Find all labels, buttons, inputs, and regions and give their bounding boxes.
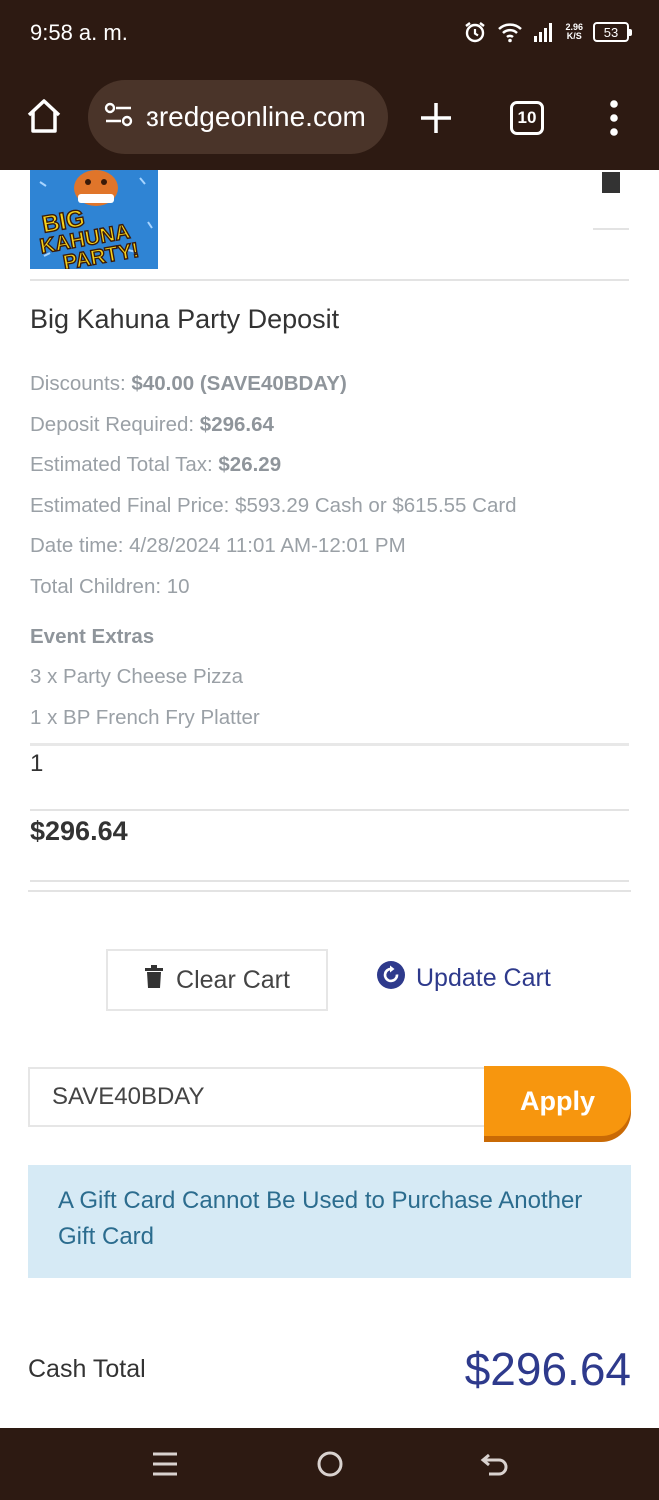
final-price-row: Estimated Final Price: $593.29 Cash or $… xyxy=(30,494,517,517)
refresh-icon xyxy=(376,960,406,997)
update-cart-label: Update Cart xyxy=(416,964,551,992)
url-text: ɜredgeonline.com xyxy=(146,101,366,132)
battery-icon: 53 xyxy=(593,22,632,42)
page-content: BIG KAHUNA PARTY! Big Kahuna Party Depos… xyxy=(0,170,659,1428)
divider xyxy=(30,743,629,746)
tax-label: Estimated Total Tax: xyxy=(30,453,213,476)
discounts-label: Discounts: xyxy=(30,372,126,395)
product-title: Big Kahuna Party Deposit xyxy=(30,304,340,334)
total-children-row: Total Children: 10 xyxy=(30,575,190,598)
network-speed-unit: K/S xyxy=(566,31,582,41)
deposit-value: $296.64 xyxy=(199,413,274,436)
discounts-value: $40.00 (SAVE40BDAY) xyxy=(131,372,347,395)
signal-icon xyxy=(533,22,555,42)
tax-row: Estimated Total Tax: $26.29 xyxy=(30,453,281,477)
site-settings-icon[interactable] xyxy=(104,101,134,134)
coupon-code-input[interactable]: SAVE40BDAY xyxy=(28,1067,486,1127)
recent-apps-icon[interactable] xyxy=(149,1448,181,1480)
status-bar: 9:58 a. m. 2.96 K/S 53 xyxy=(0,0,659,66)
system-nav-bar xyxy=(0,1428,659,1500)
divider xyxy=(30,880,629,882)
clear-cart-button[interactable]: Clear Cart xyxy=(106,949,328,1011)
wifi-icon xyxy=(497,21,523,43)
divider xyxy=(593,228,629,230)
product-image: BIG KAHUNA PARTY! xyxy=(30,170,158,269)
date-time-row: Date time: 4/28/2024 11:01 AM-12:01 PM xyxy=(30,534,406,557)
cash-total-value: $296.64 xyxy=(464,1343,631,1395)
remove-item-icon[interactable] xyxy=(600,170,622,194)
apply-coupon-button[interactable]: Apply xyxy=(484,1066,631,1136)
divider xyxy=(28,890,631,892)
status-icons: 2.96 K/S 53 xyxy=(463,20,632,44)
home-icon[interactable] xyxy=(24,96,64,136)
tax-value: $26.29 xyxy=(218,453,282,476)
more-menu-icon[interactable] xyxy=(600,96,628,140)
divider xyxy=(30,279,629,281)
battery-level: 53 xyxy=(603,24,619,40)
update-cart-button[interactable]: Update Cart xyxy=(376,960,551,997)
discounts-row: Discounts: $40.00 (SAVE40BDAY) xyxy=(30,372,347,396)
event-extras-heading: Event Extras xyxy=(30,625,155,648)
trash-icon xyxy=(144,964,164,996)
clear-cart-label: Clear Cart xyxy=(176,965,290,994)
home-nav-icon[interactable] xyxy=(314,1448,346,1480)
extra-item: 3 x Party Cheese Pizza xyxy=(30,665,244,688)
gift-card-notice: A Gift Card Cannot Be Used to Purchase A… xyxy=(28,1165,631,1278)
deposit-row: Deposit Required: $296.64 xyxy=(30,413,274,437)
divider xyxy=(30,809,629,811)
tab-count: 10 xyxy=(517,108,537,127)
address-bar[interactable]: ɜredgeonline.com xyxy=(88,80,388,154)
cash-total-label: Cash Total xyxy=(28,1355,146,1383)
browser-toolbar: ɜredgeonline.com 10 xyxy=(0,66,659,170)
extra-item: 1 x BP French Fry Platter xyxy=(30,706,260,729)
network-speed: 2.96 K/S xyxy=(565,23,583,41)
back-icon[interactable] xyxy=(479,1448,511,1480)
new-tab-icon[interactable] xyxy=(414,96,458,140)
deposit-label: Deposit Required: xyxy=(30,413,195,436)
status-time: 9:58 a. m. xyxy=(30,20,128,45)
item-price: $296.64 xyxy=(30,816,128,846)
alarm-icon xyxy=(463,20,487,44)
tab-switcher-button[interactable]: 10 xyxy=(510,101,544,135)
quantity-field[interactable]: 1 xyxy=(30,750,43,778)
